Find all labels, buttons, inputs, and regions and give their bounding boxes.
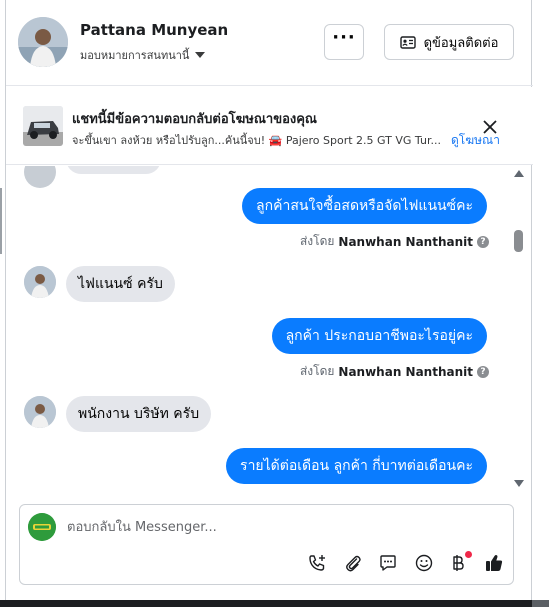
chat-bubble-icon xyxy=(380,555,396,571)
view-contact-button[interactable]: ดูข้อมูลติดต่อ xyxy=(384,24,514,60)
info-icon[interactable]: ? xyxy=(477,235,489,248)
message-bubble-incoming[interactable]: ไฟแนนซ์ ครับ xyxy=(66,266,175,302)
sent-by-line: ส่งโดย Nanwhan Nanthanit ? xyxy=(300,232,489,251)
customer-avatar-small xyxy=(24,166,56,188)
message-scrollbar-thumb[interactable] xyxy=(514,230,523,252)
sender-name: Nanwhan Nanthanit xyxy=(338,364,473,379)
reply-composer xyxy=(19,504,514,585)
conversation-panel: Pattana Munyean มอบหมายการสนทนานี้ ··· ด… xyxy=(5,0,533,600)
emoji-button[interactable] xyxy=(413,552,435,574)
page-logo-avatar xyxy=(28,513,56,541)
saved-replies-button[interactable] xyxy=(377,552,399,574)
assign-conversation-label: มอบหมายการสนทนานี้ xyxy=(80,49,190,62)
message-thread[interactable]: ลูกค้าสนใจซื้อสดหรือจัดไฟแนนซ์คะ ส่งโดย … xyxy=(6,166,533,491)
notification-dot xyxy=(465,551,472,558)
sent-by-line: ส่งโดย Nanwhan Nanthanit ? xyxy=(300,362,489,381)
call-button[interactable] xyxy=(306,552,328,574)
message-bubble-incoming[interactable]: พนักงาน บริษัท ครับ xyxy=(66,396,212,432)
sent-by-prefix: ส่งโดย xyxy=(299,364,335,378)
phone-plus-icon xyxy=(309,555,325,571)
info-icon[interactable]: ? xyxy=(477,365,489,378)
taskbar-strip xyxy=(0,600,549,607)
scroll-down-arrow-icon[interactable] xyxy=(514,480,524,487)
ad-banner-title: แชทนี้มีข้อความตอบกลับต่อโฆษณาของคุณ xyxy=(72,112,317,127)
window-edge-scroll-marker xyxy=(0,188,2,254)
conversation-header: Pattana Munyean มอบหมายการสนทนานี้ ··· ด… xyxy=(6,0,533,86)
smiley-icon xyxy=(415,554,433,572)
customer-name: Pattana Munyean xyxy=(80,21,229,39)
sent-by-prefix: ส่งโดย xyxy=(299,234,335,248)
message-bubble-outgoing[interactable]: ลูกค้าสนใจซื้อสดหรือจัดไฟแนนซ์คะ xyxy=(242,188,487,224)
customer-avatar-small xyxy=(24,266,56,298)
caret-down-icon xyxy=(195,52,206,58)
ad-reply-banner: แชทนี้มีข้อความตอบกลับต่อโฆษณาของคุณ จะข… xyxy=(6,87,533,165)
ad-thumbnail[interactable] xyxy=(23,106,63,146)
attach-file-button[interactable] xyxy=(342,552,364,574)
message-bubble-outgoing[interactable]: ลูกค้า ประกอบอาชีพอะไรอยู่คะ xyxy=(271,318,487,354)
sender-name: Nanwhan Nanthanit xyxy=(338,234,473,249)
view-contact-label: ดูข้อมูลติดต่อ xyxy=(423,35,499,51)
more-dots-icon: ··· xyxy=(332,27,356,48)
assign-conversation-dropdown[interactable]: มอบหมายการสนทนานี้ xyxy=(80,46,206,64)
close-icon xyxy=(483,120,497,134)
ad-banner-description: จะขึ้นเขา ลงห้วย หรือไปรับลูก...คันนี้จบ… xyxy=(72,134,441,147)
more-options-button[interactable]: ··· xyxy=(324,24,364,60)
thumbs-up-icon xyxy=(486,555,503,571)
scroll-up-arrow-icon[interactable] xyxy=(514,170,524,177)
message-bubble-partial xyxy=(66,166,161,174)
close-banner-button[interactable] xyxy=(479,116,501,138)
message-bubble-outgoing[interactable]: รายได้ต่อเดือน ลูกค้า กี่บาทต่อเดือนคะ xyxy=(226,448,487,484)
reply-message-input[interactable] xyxy=(67,516,487,538)
paperclip-icon xyxy=(346,555,361,572)
customer-avatar[interactable] xyxy=(18,17,68,67)
send-like-button[interactable] xyxy=(483,552,505,574)
contact-card-icon xyxy=(399,35,416,49)
payment-button[interactable] xyxy=(448,551,472,574)
customer-avatar-small xyxy=(24,396,56,428)
